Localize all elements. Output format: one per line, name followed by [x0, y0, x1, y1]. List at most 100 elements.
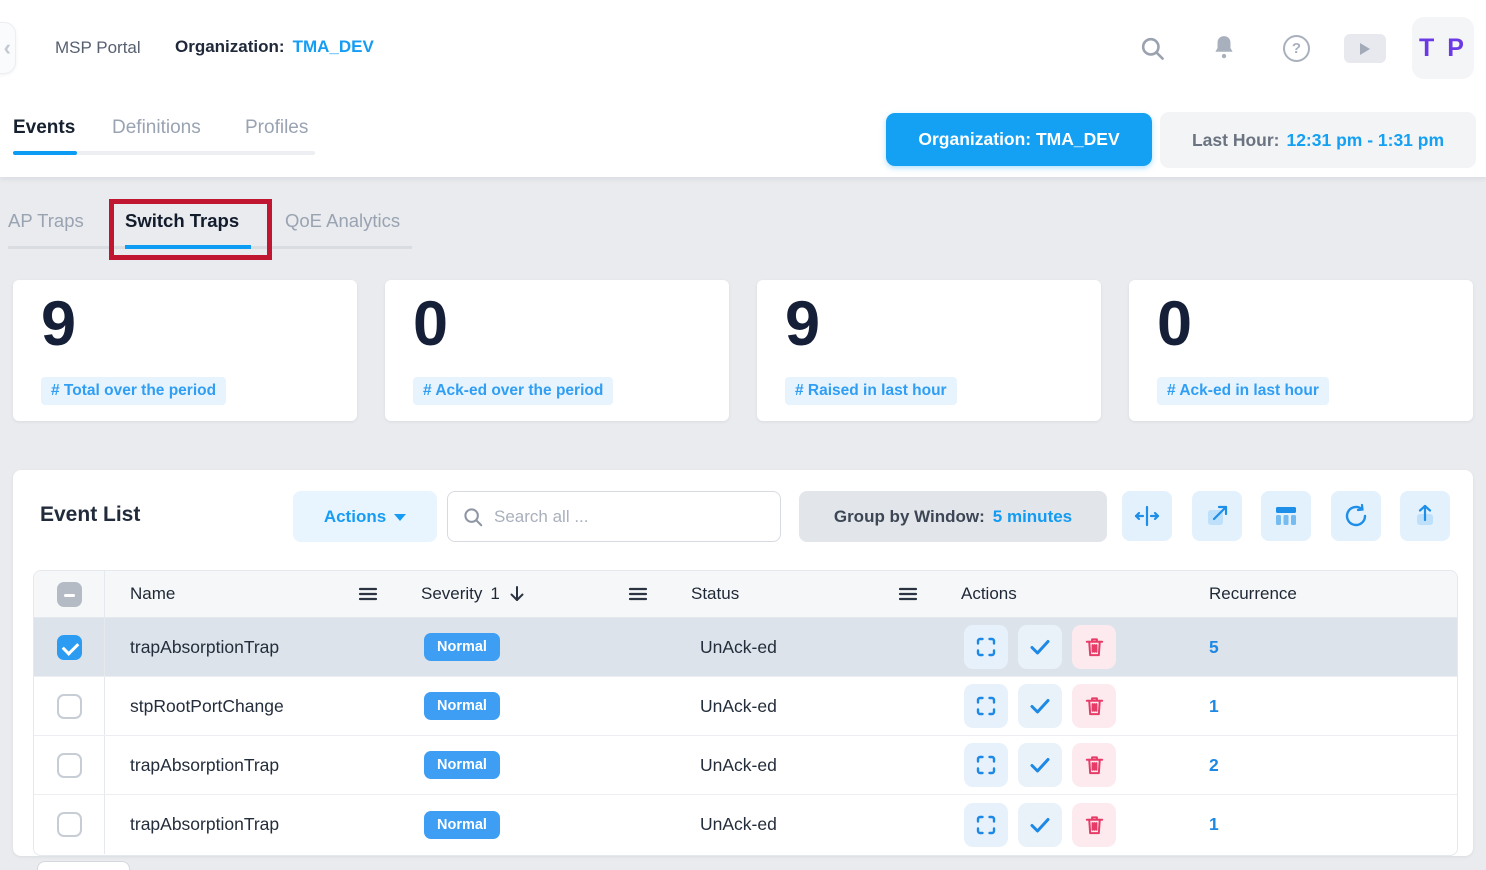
refresh-button[interactable] [1331, 491, 1381, 541]
stat-card-total: 9 # Total over the period [13, 280, 357, 421]
delete-button[interactable] [1072, 803, 1116, 847]
refresh-icon [1342, 502, 1370, 530]
acknowledge-check-icon [1028, 694, 1052, 718]
row-checkbox[interactable] [57, 753, 82, 778]
tutorial-play-icon[interactable] [1344, 34, 1386, 63]
expand-button[interactable] [964, 625, 1008, 669]
severity-badge: Normal [424, 633, 500, 661]
app-title: MSP Portal [55, 38, 141, 58]
acknowledge-check-icon [1028, 635, 1052, 659]
notifications-bell-icon[interactable] [1209, 33, 1239, 63]
stat-label: # Ack-ed over the period [413, 377, 613, 405]
time-range-value: 12:31 pm - 1:31 pm [1286, 130, 1444, 151]
delete-button[interactable] [1072, 625, 1116, 669]
group-by-window-selector[interactable]: Group by Window: 5 minutes [799, 491, 1107, 542]
column-label: Actions [961, 584, 1017, 604]
chevron-left-icon: ‹ [4, 35, 11, 61]
column-header-severity[interactable]: Severity 1 [396, 584, 666, 604]
table-row[interactable]: stpRootPortChange Normal UnAck-ed [34, 677, 1457, 736]
expand-button[interactable] [964, 684, 1008, 728]
row-actions [936, 803, 1176, 847]
severity-cell: Normal [396, 811, 666, 839]
stat-value: 9 [41, 288, 76, 360]
stat-label: # Total over the period [41, 377, 226, 405]
time-range-selector[interactable]: Last Hour: 12:31 pm - 1:31 pm [1160, 112, 1476, 168]
organization-label: Organization: [175, 37, 285, 56]
column-label: Name [130, 584, 350, 604]
acknowledge-button[interactable] [1018, 743, 1062, 787]
row-checkbox-cell[interactable] [34, 795, 105, 854]
expand-button[interactable] [964, 803, 1008, 847]
organization-name-link[interactable]: TMA_DEV [293, 37, 374, 56]
tab-profiles[interactable]: Profiles [245, 117, 308, 139]
export-button[interactable] [1400, 491, 1450, 541]
recurrence-count[interactable]: 2 [1176, 755, 1458, 776]
tab-events[interactable]: Events [13, 117, 75, 139]
resize-columns-button[interactable] [1122, 491, 1172, 541]
organization-filter-button[interactable]: Organization: TMA_DEV [886, 113, 1152, 166]
top-header: ‹ MSP Portal Organization:TMA_DEV ? T P … [0, 0, 1486, 177]
delete-button[interactable] [1072, 684, 1116, 728]
recurrence-count[interactable]: 1 [1176, 696, 1458, 717]
recurrence-count[interactable]: 1 [1176, 814, 1458, 835]
row-checkbox[interactable] [57, 812, 82, 837]
acknowledge-button[interactable] [1018, 803, 1062, 847]
tab-definitions[interactable]: Definitions [112, 117, 201, 139]
table-row[interactable]: trapAbsorptionTrap Normal UnAck-ed [34, 736, 1457, 795]
column-label: Recurrence [1209, 584, 1297, 604]
expand-button[interactable] [964, 743, 1008, 787]
severity-cell: Normal [396, 751, 666, 779]
acknowledge-check-icon [1028, 813, 1052, 837]
active-tab-underline [13, 151, 77, 155]
table-header-row: Name Severity 1 [34, 571, 1457, 618]
subtab-qoe-analytics[interactable]: QoE Analytics [285, 210, 400, 232]
table-row[interactable]: trapAbsorptionTrap Normal UnAck-ed [34, 618, 1457, 677]
acknowledge-button[interactable] [1018, 625, 1062, 669]
actions-dropdown-button[interactable]: Actions [293, 491, 437, 542]
column-header-name[interactable]: Name [105, 584, 396, 604]
select-all-checkbox[interactable] [57, 582, 82, 607]
subtab-ap-traps[interactable]: AP Traps [8, 210, 84, 232]
row-checkbox-cell[interactable] [34, 736, 105, 794]
sort-order-index: 1 [490, 584, 499, 604]
resize-columns-icon [1133, 502, 1161, 530]
back-button[interactable]: ‹ [0, 22, 16, 74]
columns-icon [1272, 502, 1300, 530]
pagination-control-partial[interactable] [37, 861, 130, 870]
table-row[interactable]: trapAbsorptionTrap Normal UnAck-ed [34, 795, 1457, 854]
recurrence-count[interactable]: 5 [1176, 637, 1458, 658]
status-value: UnAck-ed [666, 637, 936, 658]
stat-card-acked-period: 0 # Ack-ed over the period [385, 280, 729, 421]
columns-button[interactable] [1261, 491, 1311, 541]
row-checkbox-cell[interactable] [34, 618, 105, 676]
open-external-icon [1203, 502, 1231, 530]
row-checkbox-cell[interactable] [34, 677, 105, 735]
organization-breadcrumb: Organization: TMA_DEV [175, 37, 374, 57]
column-menu-icon[interactable] [358, 586, 378, 602]
time-range-label: Last Hour: [1192, 130, 1280, 151]
open-external-button[interactable] [1192, 491, 1242, 541]
column-menu-icon[interactable] [898, 586, 918, 602]
row-actions [936, 743, 1176, 787]
group-by-value: 5 minutes [993, 507, 1072, 527]
row-actions [936, 625, 1176, 669]
row-checkbox[interactable] [57, 635, 82, 660]
delete-button[interactable] [1072, 743, 1116, 787]
event-name: stpRootPortChange [105, 696, 396, 717]
acknowledge-button[interactable] [1018, 684, 1062, 728]
header-checkbox-cell[interactable] [34, 571, 105, 617]
sort-desc-arrow-icon[interactable] [508, 584, 526, 604]
delete-trash-icon [1083, 694, 1106, 718]
search-input[interactable] [494, 507, 766, 527]
column-header-status[interactable]: Status [666, 584, 936, 604]
user-avatar[interactable]: T P [1412, 17, 1474, 79]
event-list-card: Event List Actions Group by Window: 5 mi… [13, 470, 1473, 856]
stat-label: # Raised in last hour [785, 377, 957, 405]
help-icon[interactable]: ? [1283, 35, 1310, 62]
column-menu-icon[interactable] [628, 586, 648, 602]
search-icon[interactable] [1137, 33, 1167, 63]
row-checkbox[interactable] [57, 694, 82, 719]
search-field[interactable] [447, 491, 781, 542]
column-header-recurrence: Recurrence [1176, 584, 1458, 604]
events-table: Name Severity 1 [33, 570, 1458, 856]
